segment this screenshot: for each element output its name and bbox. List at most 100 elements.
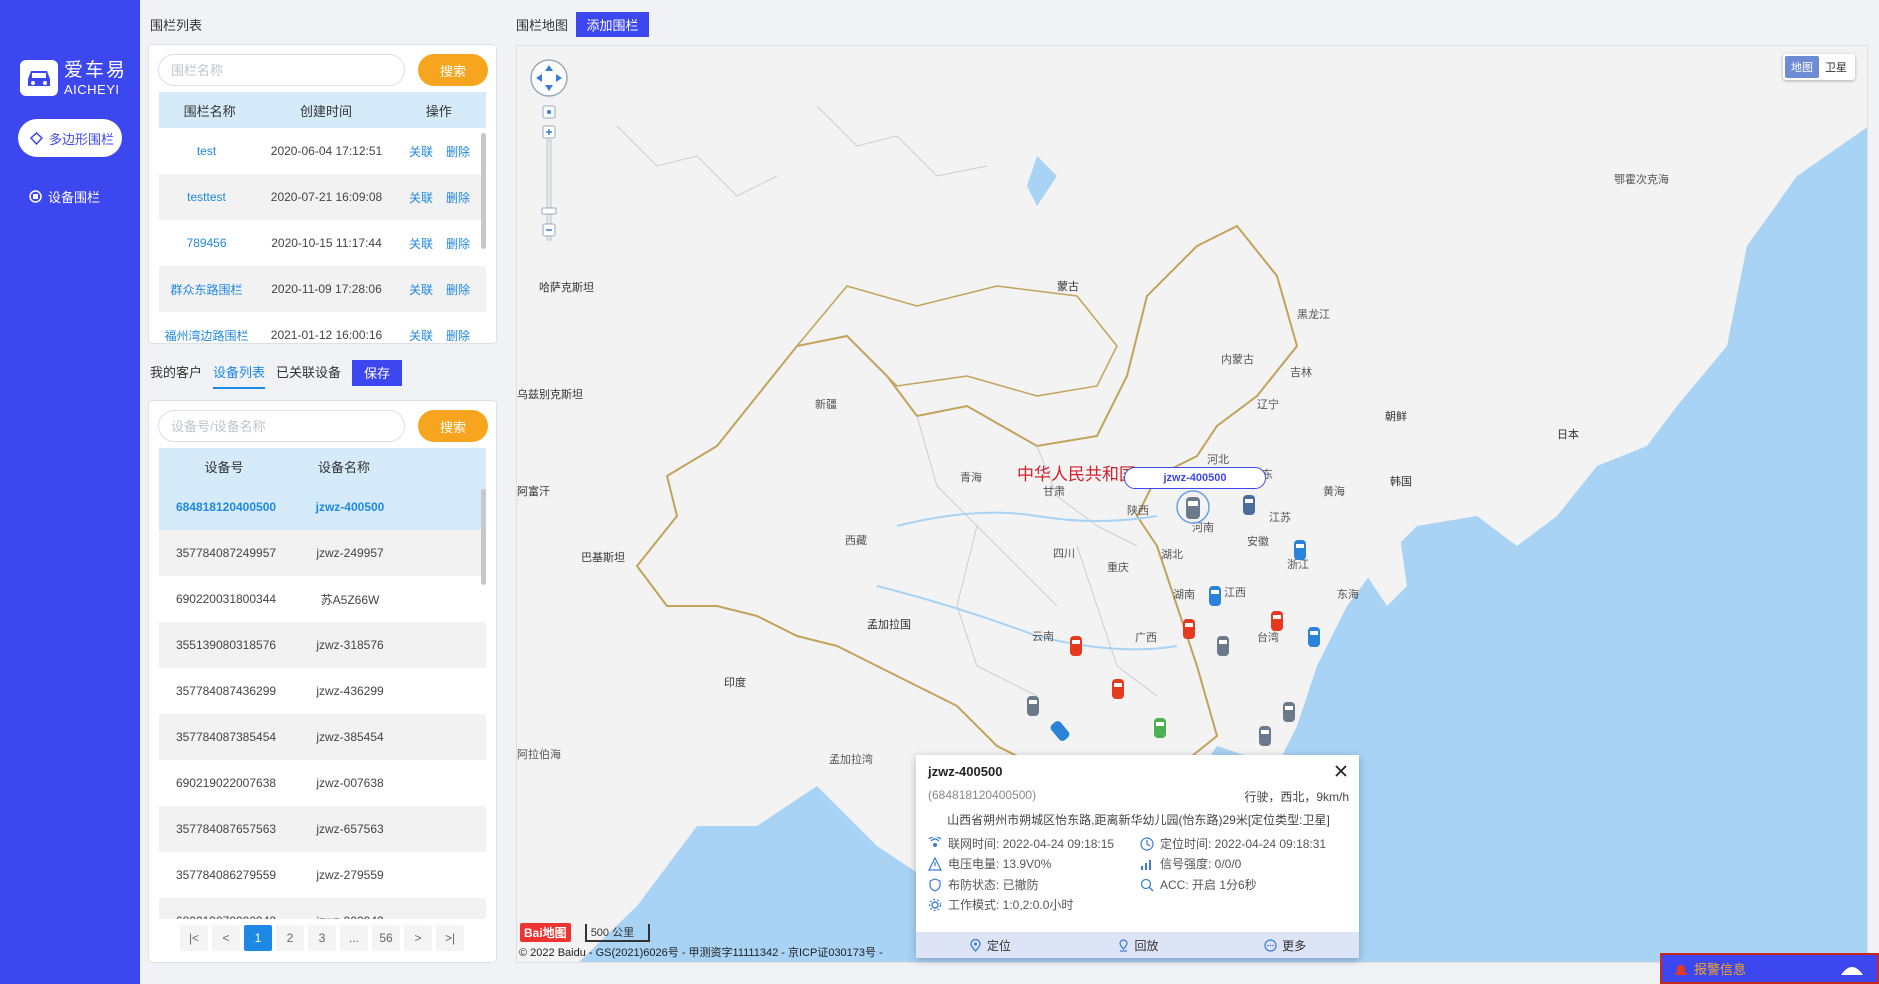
link-button[interactable]: 关联 [399, 235, 443, 252]
page-button[interactable]: 1 [244, 925, 272, 951]
table-row[interactable]: 690219022007638 jzwz-007638 [159, 760, 486, 806]
locate-button[interactable]: 定位 [916, 937, 1064, 954]
map-label-jilin: 吉林 [1290, 367, 1312, 379]
expand-up-icon[interactable] [1839, 959, 1865, 977]
map-type-satellite[interactable]: 卫星 [1819, 56, 1853, 78]
fence-name[interactable]: testtest [159, 190, 254, 204]
device-name: jzwz-318576 [316, 638, 384, 652]
more-label: 更多 [1282, 938, 1307, 953]
fence-created: 2020-06-04 17:12:51 [270, 144, 383, 158]
arm-status: 布防状态: 已撤防 [948, 878, 1039, 892]
device-table-header: 设备号 设备名称 [159, 448, 486, 484]
fence-name[interactable]: test [159, 144, 254, 158]
fence-list-scrollbar[interactable] [481, 133, 486, 249]
map-label-heilongjiang: 黑龙江 [1297, 309, 1330, 321]
table-row[interactable]: 357784086279559 jzwz-279559 [159, 852, 486, 898]
device-id: 357784087249957 [175, 546, 277, 560]
table-row[interactable]: testtest 2020-07-21 16:09:08 关联 删除 [159, 174, 486, 220]
link-button[interactable]: 关联 [399, 189, 443, 206]
playback-button[interactable]: 回放 [1064, 937, 1212, 954]
sidebar-item-polygon-fence[interactable]: 多边形围栏 [18, 119, 122, 157]
page-button[interactable]: 56 [372, 925, 400, 951]
location-time-icon [1140, 836, 1154, 851]
device-tabs: 我的客户 设备列表 已关联设备 保存 [150, 359, 403, 389]
table-row[interactable]: 群众东路围栏 2020-11-09 17:28:06 关联 删除 [159, 266, 486, 312]
prev-page-button[interactable]: < [212, 925, 240, 951]
logo-title: 爱车易 [64, 59, 128, 81]
last-page-button[interactable]: >| [436, 925, 464, 951]
close-icon[interactable] [1333, 763, 1349, 779]
delete-button[interactable]: 删除 [443, 327, 473, 344]
device-name: jzwz-279559 [316, 868, 384, 882]
page-button[interactable]: 2 [276, 925, 304, 951]
table-row[interactable]: 684818120400500 jzwz-400500 [159, 484, 486, 530]
map-label-afghanistan: 阿富汗 [517, 486, 550, 498]
add-fence-button[interactable]: 添加围栏 [576, 12, 649, 37]
link-button[interactable]: 关联 [399, 281, 443, 298]
fence-search-button[interactable]: 搜索 [418, 54, 488, 86]
map-label-liaoning: 辽宁 [1257, 399, 1279, 411]
info-window-actions: 定位 回放 更多 [916, 932, 1359, 958]
tab-device-list[interactable]: 设备列表 [213, 362, 266, 389]
tab-linked-devices[interactable]: 已关联设备 [276, 362, 341, 389]
table-row[interactable]: 355139080318576 jzwz-318576 [159, 622, 486, 668]
map-label-hebei: 河北 [1207, 454, 1229, 466]
sidebar: 爱车易 AICHEYI 多边形围栏 设备围栏 [0, 0, 140, 984]
selected-car-tag[interactable]: jzwz-400500 [1124, 467, 1266, 489]
device-name: jzwz-400500 [315, 500, 385, 514]
first-page-button[interactable]: |< [180, 925, 208, 951]
fence-created: 2021-01-12 16:00:16 [270, 328, 383, 342]
delete-button[interactable]: 删除 [443, 235, 473, 252]
more-button[interactable]: 更多 [1211, 937, 1359, 954]
map-type-map[interactable]: 地图 [1785, 56, 1819, 78]
map-label-okhotsk: 鄂霍次克海 [1614, 174, 1669, 186]
page-button[interactable]: 3 [308, 925, 336, 951]
net-time: 联网时间: 2022-04-24 09:18:15 [948, 837, 1115, 851]
delete-button[interactable]: 删除 [443, 281, 473, 298]
save-button[interactable]: 保存 [352, 359, 403, 386]
next-page-button[interactable]: > [404, 925, 432, 951]
table-row[interactable]: 福州湾边路围栏 2021-01-12 16:00:16 关联 删除 [159, 312, 486, 344]
vehicle-info-window: jzwz-400500 (684818120400500) 行驶，西北，9km/… [916, 755, 1359, 958]
link-button[interactable]: 关联 [399, 143, 443, 160]
device-list-card: 搜索 设备号 设备名称 684818120400500 jzwz-400500 … [148, 400, 497, 963]
table-row[interactable]: 680219070900942 jzwz-900942 [159, 898, 486, 919]
fence-name[interactable]: 福州湾边路围栏 [159, 327, 254, 344]
car-logo-icon [20, 60, 58, 96]
table-row[interactable]: 357784087249957 jzwz-249957 [159, 530, 486, 576]
fence-name[interactable]: 789456 [159, 236, 254, 250]
device-list-scrollbar[interactable] [481, 489, 486, 585]
table-row[interactable]: test 2020-06-04 17:12:51 关联 删除 [159, 128, 486, 174]
device-fence-icon [28, 189, 42, 203]
table-row[interactable]: 789456 2020-10-15 11:17:44 关联 删除 [159, 220, 486, 266]
loc-time: 定位时间: 2022-04-24 09:18:31 [1160, 837, 1327, 851]
device-search-button[interactable]: 搜索 [418, 410, 488, 442]
table-row[interactable]: 357784087657563 jzwz-657563 [159, 806, 486, 852]
tab-my-customers[interactable]: 我的客户 [150, 362, 202, 389]
delete-button[interactable]: 删除 [443, 189, 473, 206]
map-label-yunnan: 云南 [1032, 631, 1054, 643]
alarm-bar[interactable]: 报警信息 [1660, 953, 1879, 984]
map-label-henan: 河南 [1192, 522, 1214, 534]
column-header: 设备号 [204, 459, 244, 475]
table-row[interactable]: 357784087436299 jzwz-436299 [159, 668, 486, 714]
fence-name[interactable]: 群众东路围栏 [159, 281, 254, 298]
sidebar-item-device-fence[interactable]: 设备围栏 [28, 186, 100, 206]
map-label-guangxi: 广西 [1135, 632, 1157, 644]
device-id: 357784087385454 [175, 730, 277, 744]
column-header: 操作 [425, 103, 452, 119]
device-name: jzwz-385454 [316, 730, 384, 744]
link-button[interactable]: 关联 [399, 327, 443, 344]
table-row[interactable]: 357784087385454 jzwz-385454 [159, 714, 486, 760]
signal-icon [1140, 857, 1154, 871]
device-search-input[interactable] [158, 410, 405, 442]
map-label-uzbekistan: 乌兹别克斯坦 [517, 389, 583, 401]
map-label-mongolia: 蒙古 [1057, 281, 1079, 293]
table-row[interactable]: 690220031800344 苏A5Z66W [159, 576, 486, 622]
fence-search-input[interactable] [158, 54, 405, 86]
delete-button[interactable]: 删除 [443, 143, 473, 160]
playback-label: 回放 [1134, 938, 1159, 953]
zoom-slider-handle[interactable] [541, 207, 557, 215]
map-label-neimenggu: 内蒙古 [1221, 354, 1254, 366]
vehicle-name: jzwz-400500 [928, 764, 1003, 779]
